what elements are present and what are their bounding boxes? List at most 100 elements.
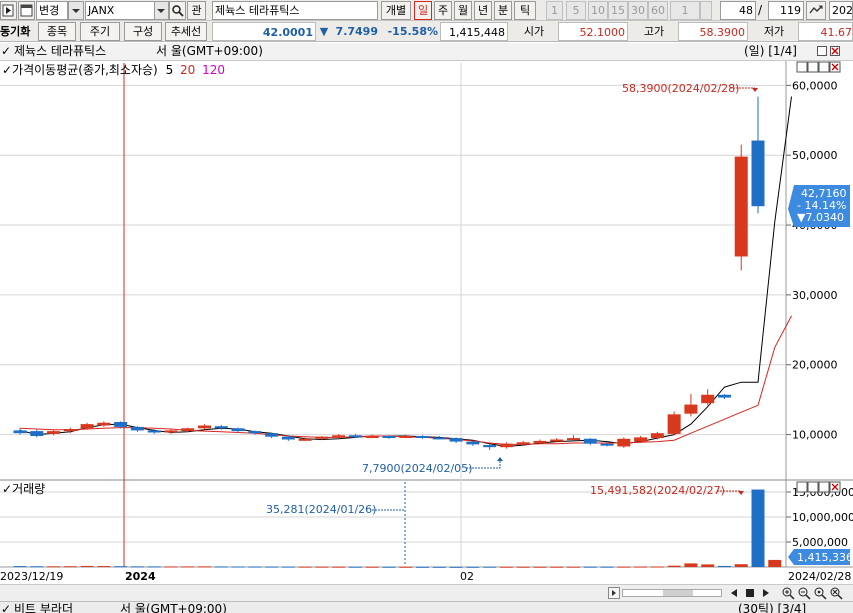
candle-body: [701, 394, 715, 404]
play-icon[interactable]: [0, 1, 17, 20]
volume-bar: [533, 566, 547, 568]
svg-text:7,7900(2024/02/05): 7,7900(2024/02/05): [362, 462, 472, 475]
scroll-thumb[interactable]: [663, 590, 693, 596]
volume-bar: [30, 566, 44, 568]
price-tick-label: 10,0000: [792, 429, 838, 442]
volume-bar: [416, 566, 430, 568]
zoom-fit-icon[interactable]: [813, 586, 827, 600]
candle-body: [281, 436, 295, 440]
interval-30-button[interactable]: 30: [628, 1, 648, 20]
compose-button[interactable]: 구성: [124, 22, 162, 41]
period-week-button[interactable]: 주: [434, 1, 452, 20]
x-label-start: 2023/12/19: [0, 570, 63, 583]
candle-body: [432, 437, 446, 440]
search-icon[interactable]: [169, 1, 186, 20]
scroll-track[interactable]: [622, 589, 722, 597]
period-year-button[interactable]: 년: [474, 1, 492, 20]
volume-bar: [449, 566, 463, 568]
interval-60-button[interactable]: 60: [648, 1, 668, 20]
candle-body: [516, 442, 530, 445]
candle-body: [164, 430, 178, 433]
chart-scrollbar[interactable]: [0, 584, 853, 601]
candle-body: [567, 438, 580, 441]
zoom-in-icon[interactable]: [781, 586, 795, 600]
candle-body: [734, 156, 748, 257]
open-label: 시가: [523, 25, 545, 38]
candle-body: [634, 437, 648, 442]
related-button[interactable]: 관: [187, 1, 206, 20]
candle-body: [466, 441, 480, 445]
symbol-input[interactable]: JANX: [85, 1, 155, 20]
trend-line-button[interactable]: 추세선: [165, 22, 207, 41]
date-input[interactable]: 2024: [829, 1, 853, 20]
zoom-reset-icon[interactable]: [829, 586, 843, 600]
volume-bar: [382, 566, 396, 568]
period-tick-button[interactable]: 틱: [514, 1, 536, 20]
zoom-out-icon[interactable]: [797, 586, 811, 600]
interval-5-button[interactable]: 5: [566, 1, 586, 20]
period-day-button[interactable]: 일: [414, 1, 432, 20]
sync-label[interactable]: 동기화: [0, 22, 38, 41]
chart-title: 제뉵스 테라퓨틱스: [14, 44, 107, 58]
change-arrow: ▼: [319, 25, 329, 38]
volume-panel-label: ✓거래량: [2, 482, 45, 496]
scroll-back-icon[interactable]: [728, 587, 740, 599]
mode-select[interactable]: 변경: [36, 1, 68, 20]
stop-icon[interactable]: [744, 587, 756, 599]
price-panel-buttons[interactable]: [796, 61, 841, 73]
candle-body: [382, 435, 396, 438]
volume-bar: [97, 566, 111, 568]
volume-bar: [13, 566, 27, 568]
candle-body: [114, 422, 128, 427]
price-chart[interactable]: 60,000050,000040,000030,000020,000010,00…: [0, 61, 853, 584]
volume-panel-buttons[interactable]: [796, 481, 841, 493]
chart-checkbox[interactable]: ✓: [1, 43, 11, 60]
window-icon[interactable]: [18, 1, 35, 20]
volume-tick-label: 5,000,000: [792, 536, 848, 549]
volume-bar: [248, 566, 262, 568]
volume-bar: [516, 566, 530, 568]
current-price: 42.0001: [212, 22, 316, 41]
stock-name-field: 제뉵스 테라퓨틱스: [212, 1, 378, 20]
mode-dropdown-icon[interactable]: [68, 1, 84, 20]
candle-body: [63, 429, 77, 432]
volume-bar: [634, 566, 648, 568]
candle-body: [416, 435, 430, 438]
current-volume-tag: 1,415,336: [788, 549, 853, 565]
price-tick-label: 60,0000: [792, 79, 838, 92]
scroll-forward-icon[interactable]: [760, 587, 772, 599]
volume-bar: [147, 566, 161, 568]
volume-bar: [667, 565, 681, 567]
x-label-end: 2024/02/28: [788, 570, 851, 583]
next-chart-checkbox[interactable]: ✓: [1, 602, 11, 613]
refresh-icon[interactable]: [806, 1, 826, 20]
interval-10-button[interactable]: 10: [588, 1, 608, 20]
volume-bar: [717, 565, 731, 567]
volume-bar: [164, 566, 178, 568]
candle-body: [248, 431, 262, 434]
volume-bar: [734, 564, 748, 567]
interval-1-button[interactable]: 1: [546, 1, 563, 20]
volume-bar: [265, 566, 279, 568]
count-input[interactable]: 1: [670, 1, 700, 20]
volume-value: 1,415,448: [440, 22, 508, 41]
volume-bar: [650, 566, 664, 568]
item-button[interactable]: 종목: [38, 22, 76, 41]
price-tick-label: 20,0000: [792, 359, 838, 372]
symbol-dropdown-icon[interactable]: [154, 1, 169, 20]
page-current-input[interactable]: 48: [720, 1, 756, 20]
candle-body: [583, 438, 597, 444]
count-spinner-icon[interactable]: [700, 1, 712, 20]
cycle-button[interactable]: 주기: [80, 22, 120, 41]
individual-button[interactable]: 개별: [381, 1, 411, 20]
close-icon[interactable]: [830, 46, 840, 56]
maximize-icon[interactable]: [817, 46, 827, 56]
period-minute-button[interactable]: 분: [494, 1, 512, 20]
candle-body: [449, 438, 463, 442]
candle-body: [265, 433, 279, 437]
scroll-left-icon[interactable]: [608, 587, 620, 599]
candle-body: [315, 436, 329, 439]
period-month-button[interactable]: 월: [454, 1, 472, 20]
interval-15-button[interactable]: 15: [608, 1, 628, 20]
volume-bar: [130, 566, 144, 568]
